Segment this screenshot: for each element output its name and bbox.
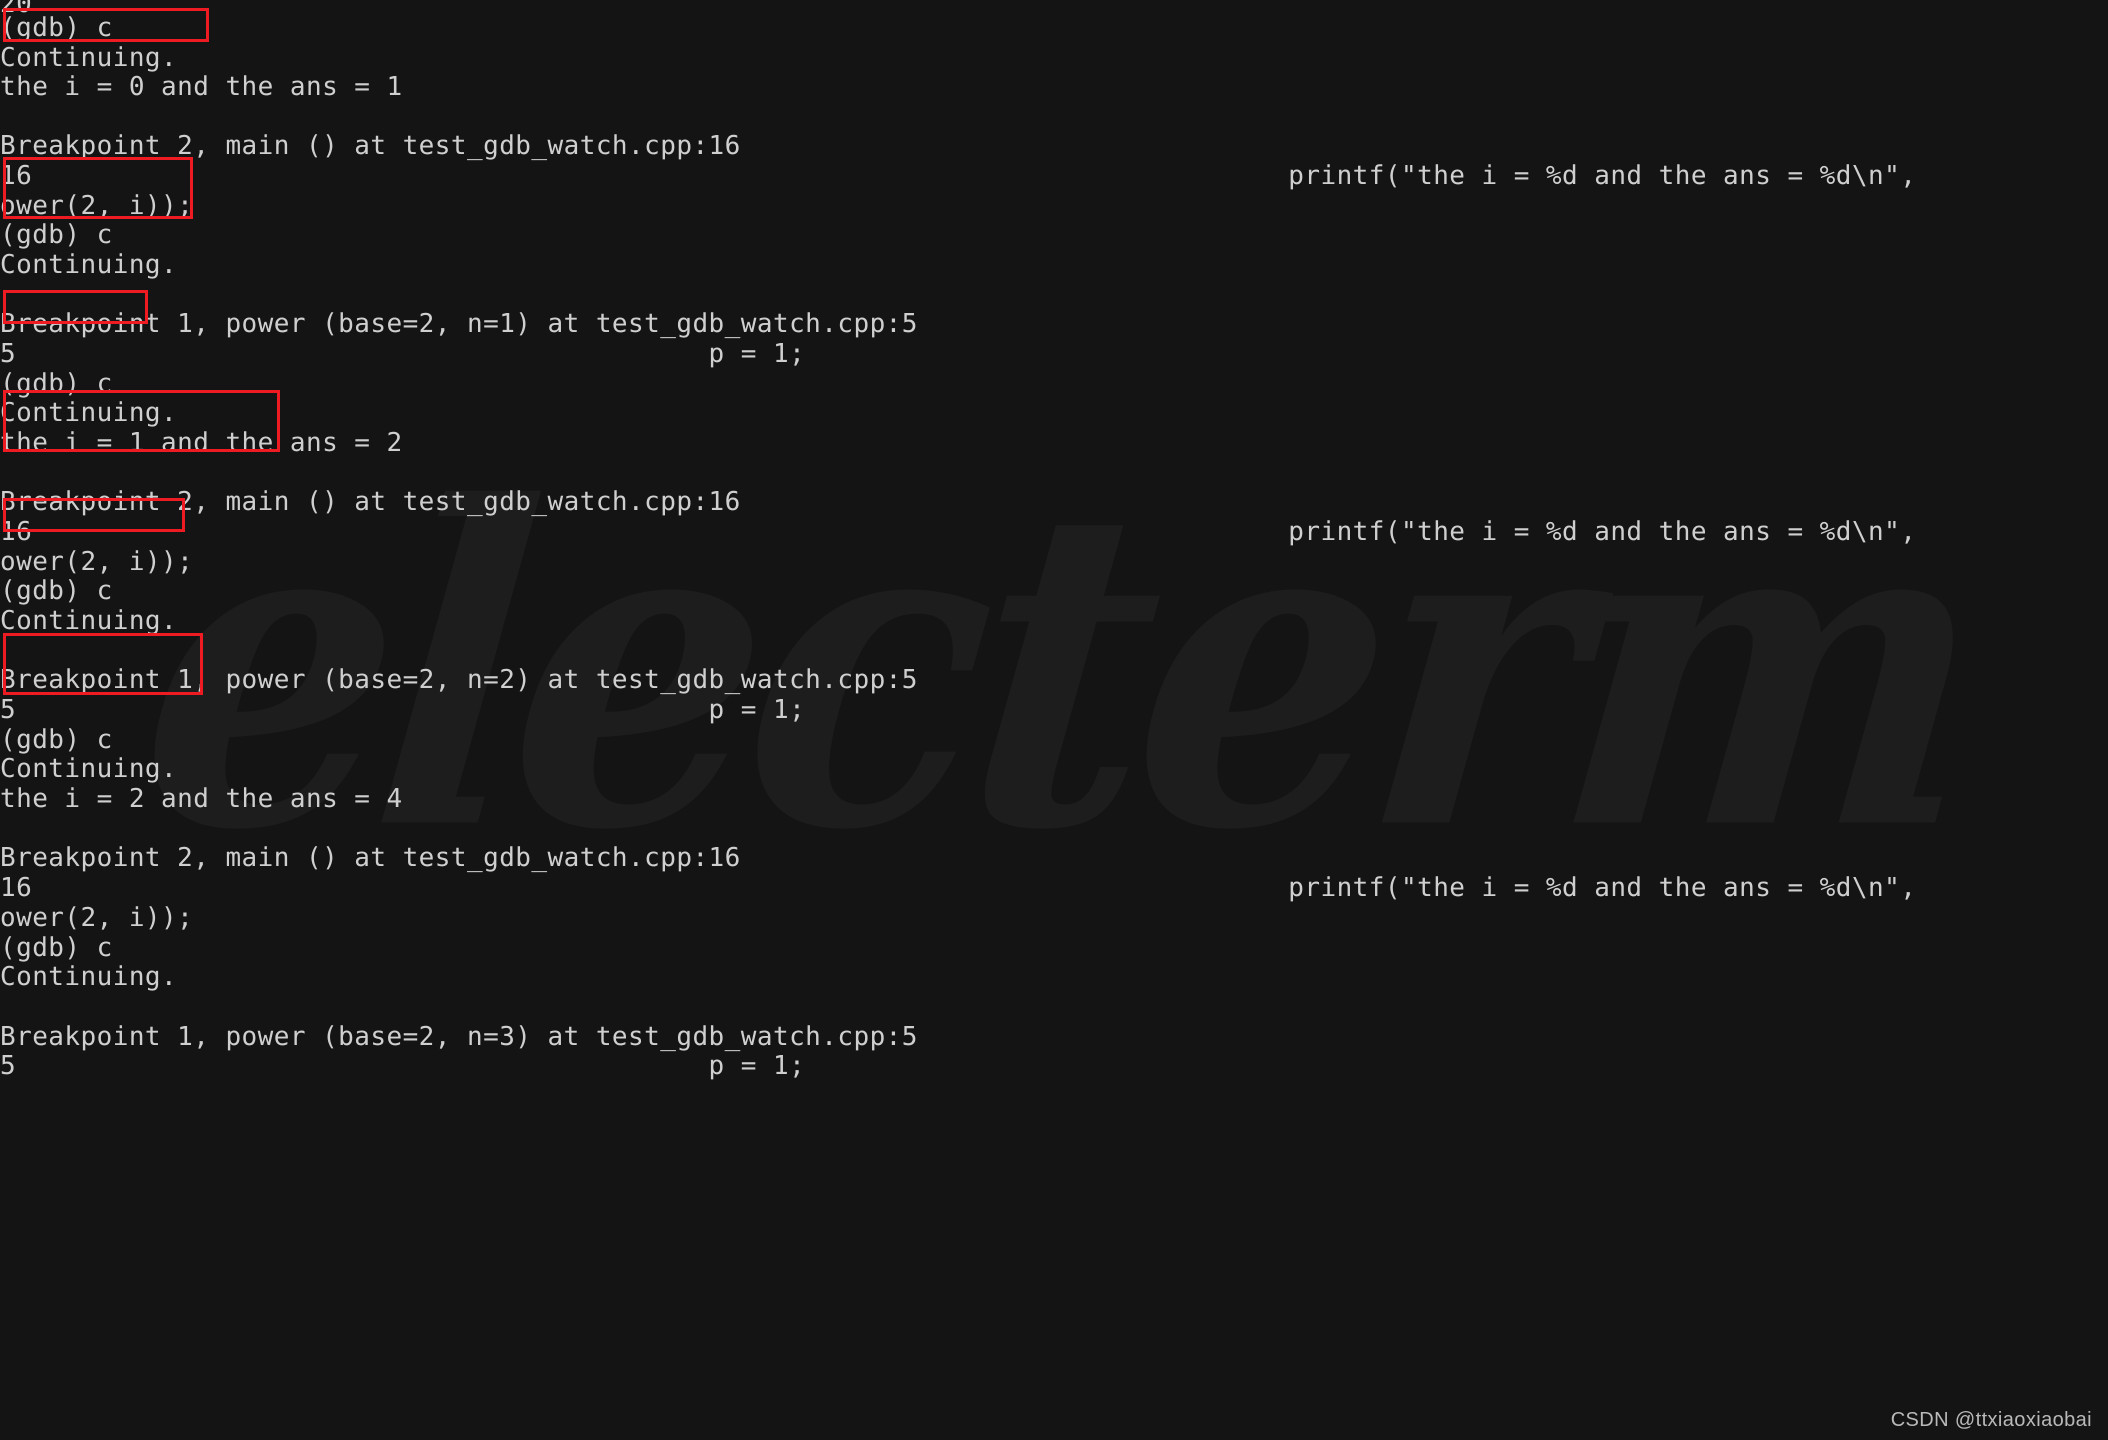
terminal-window[interactable]: electerm 20(gdb) cContinuing.the i = 0 a… bbox=[0, 0, 2108, 1440]
terminal-line: (gdb) c bbox=[0, 933, 113, 963]
terminal-line: (gdb) c bbox=[0, 369, 113, 399]
terminal-line: 5 p = 1; bbox=[0, 339, 806, 369]
terminal-line: Breakpoint 1, power (base=2, n=3) at tes… bbox=[0, 1022, 918, 1052]
terminal-line: 5 p = 1; bbox=[0, 1051, 806, 1081]
terminal-line: (gdb) c bbox=[0, 220, 113, 250]
terminal-line: the i = 2 and the ans = 4 bbox=[0, 784, 403, 814]
terminal-line: Breakpoint 2, main () at test_gdb_watch.… bbox=[0, 843, 741, 873]
terminal-line: ower(2, i)); bbox=[0, 547, 194, 577]
terminal-line: 16 printf("the i = %d and the ans = %d\n… bbox=[0, 161, 1917, 191]
terminal-line: Continuing. bbox=[0, 606, 178, 636]
terminal-line: Breakpoint 2, main () at test_gdb_watch.… bbox=[0, 131, 741, 161]
terminal-line: Continuing. bbox=[0, 250, 178, 280]
terminal-line: Breakpoint 1, power (base=2, n=1) at tes… bbox=[0, 309, 918, 339]
terminal-line: the i = 0 and the ans = 1 bbox=[0, 72, 403, 102]
terminal-output[interactable]: 20 (gdb) c Continuing. the i = 0 and the an… bbox=[0, 0, 2108, 1440]
terminal-line: ower(2, i)); bbox=[0, 903, 194, 933]
terminal-line: (gdb) c bbox=[0, 576, 113, 606]
terminal-line: Breakpoint 2, main () at test_gdb_watch.… bbox=[0, 487, 741, 517]
terminal-line: Continuing. bbox=[0, 43, 178, 73]
terminal-line: ower(2, i)); bbox=[0, 191, 194, 221]
terminal-line: Continuing. bbox=[0, 754, 178, 784]
terminal-line: 16 printf("the i = %d and the ans = %d\n… bbox=[0, 517, 1917, 547]
terminal-line: Breakpoint 1, power (base=2, n=2) at tes… bbox=[0, 665, 918, 695]
csdn-credit: CSDN @ttxiaoxiaobai bbox=[1890, 1409, 2092, 1431]
terminal-line: 5 p = 1; bbox=[0, 695, 806, 725]
terminal-line: the i = 1 and the ans = 2 bbox=[0, 428, 403, 458]
terminal-line: Continuing. bbox=[0, 962, 178, 992]
terminal-line: (gdb) c bbox=[0, 725, 113, 755]
terminal-line: Continuing. bbox=[0, 398, 178, 428]
terminal-line: (gdb) c bbox=[0, 13, 113, 43]
terminal-line: 16 printf("the i = %d and the ans = %d\n… bbox=[0, 873, 1917, 903]
